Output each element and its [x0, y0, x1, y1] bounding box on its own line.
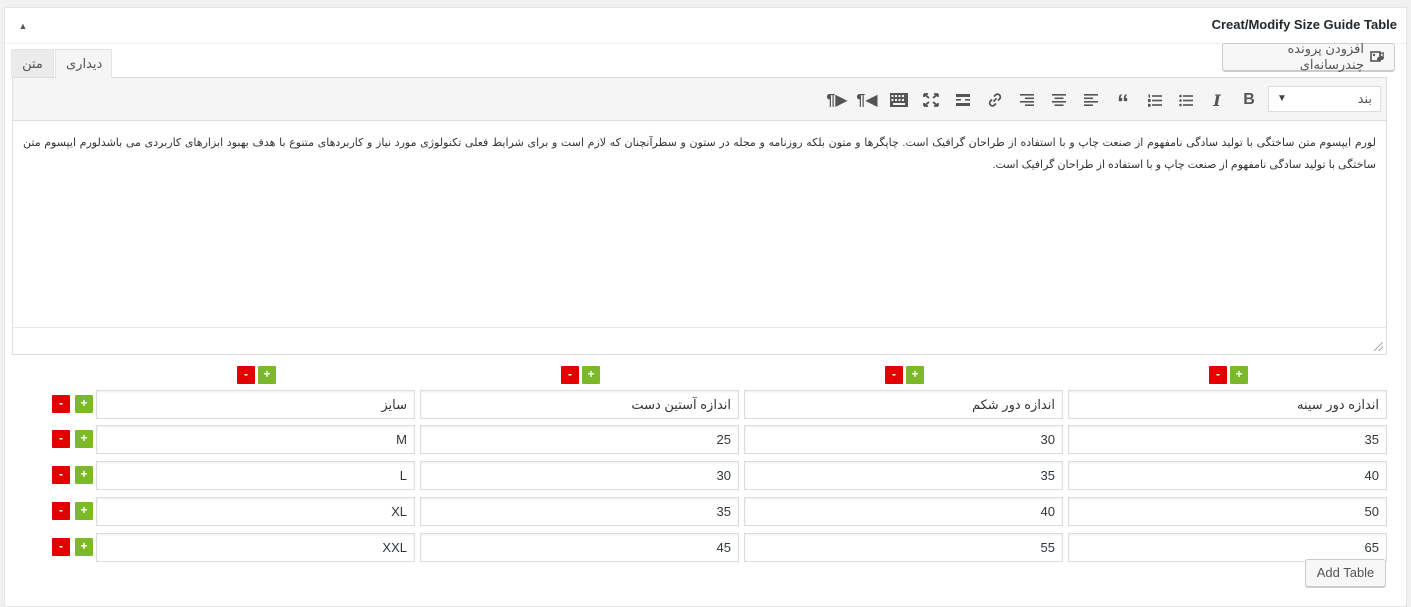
remove-row-button[interactable]: - [52, 502, 70, 520]
add-row-button[interactable]: + [75, 538, 93, 556]
table-cell[interactable]: 25 [420, 425, 739, 454]
add-table-button[interactable]: Add Table [1305, 559, 1386, 587]
wysiwyg-editor: بند ▼ B I “ ¶◀ ¶▶ لورم ایپسوم متن ساختگی… [12, 77, 1387, 355]
bold-icon[interactable]: B [1237, 88, 1261, 112]
table-cell[interactable]: M [96, 425, 415, 454]
box-title: Creat/Modify Size Guide Table [1211, 17, 1397, 32]
table-cell[interactable]: L [96, 461, 415, 490]
table-cell[interactable]: 30 [420, 461, 739, 490]
table-cell[interactable]: XL [96, 497, 415, 526]
chevron-down-icon: ▼ [1277, 93, 1287, 104]
triangle-up-icon[interactable]: ▲ [17, 20, 29, 32]
numbered-list-icon[interactable] [1143, 88, 1167, 112]
remove-column-button[interactable]: - [885, 366, 903, 384]
format-select[interactable]: بند ▼ [1268, 86, 1381, 112]
table-cell[interactable]: 45 [420, 533, 739, 562]
table-cell[interactable]: 55 [744, 533, 1063, 562]
table-cell[interactable]: 35 [420, 497, 739, 526]
tab-text[interactable]: متن [11, 49, 54, 77]
remove-row-button[interactable]: - [52, 466, 70, 484]
table-cell[interactable]: 50 [1068, 497, 1387, 526]
rtl-icon[interactable]: ¶◀ [855, 88, 879, 112]
align-left-icon[interactable] [1079, 88, 1103, 112]
add-media-label: افزودن پرونده چندرسانه‌ای [1287, 41, 1364, 72]
add-row-button[interactable]: + [75, 395, 93, 413]
remove-row-button[interactable]: - [52, 538, 70, 556]
add-row-button[interactable]: + [75, 466, 93, 484]
format-select-value: بند [1357, 91, 1372, 106]
table-cell[interactable]: 40 [1068, 461, 1387, 490]
add-column-button[interactable]: + [258, 366, 276, 384]
ltr-icon[interactable]: ¶▶ [825, 88, 849, 112]
table-cell[interactable]: 35 [744, 461, 1063, 490]
table-cell[interactable]: 30 [744, 425, 1063, 454]
fullscreen-icon[interactable] [919, 88, 943, 112]
add-media-button[interactable]: افزودن پرونده چندرسانه‌ای [1222, 41, 1395, 72]
tab-visual[interactable]: دیداری [55, 49, 112, 78]
link-icon[interactable] [983, 88, 1007, 112]
editor-toolbar: بند ▼ B I “ ¶◀ ¶▶ [13, 78, 1386, 121]
toolbar-toggle-icon[interactable] [887, 88, 911, 112]
blockquote-icon[interactable]: “ [1111, 88, 1135, 116]
header-cell[interactable]: سایز [96, 390, 415, 419]
table-cell[interactable]: XXL [96, 533, 415, 562]
remove-row-button[interactable]: - [52, 395, 70, 413]
italic-icon[interactable]: I [1205, 88, 1229, 112]
table-cell[interactable]: 65 [1068, 533, 1387, 562]
resize-handle-icon[interactable] [1374, 342, 1383, 351]
align-right-icon[interactable] [1015, 88, 1039, 112]
remove-column-button[interactable]: - [561, 366, 579, 384]
header-cell[interactable]: اندازه دور سینه [1068, 390, 1387, 419]
media-icon [1370, 49, 1386, 65]
add-row-button[interactable]: + [75, 430, 93, 448]
table-cell[interactable]: 40 [744, 497, 1063, 526]
editor-content[interactable]: لورم ایپسوم متن ساختگی با تولید سادگی نا… [13, 122, 1386, 327]
read-more-icon[interactable] [951, 88, 975, 112]
add-column-button[interactable]: + [1230, 366, 1248, 384]
add-column-button[interactable]: + [582, 366, 600, 384]
table-cell[interactable]: 35 [1068, 425, 1387, 454]
add-column-button[interactable]: + [906, 366, 924, 384]
add-row-button[interactable]: + [75, 502, 93, 520]
remove-column-button[interactable]: - [1209, 366, 1227, 384]
header-cell[interactable]: اندازه دور شکم [744, 390, 1063, 419]
header-cell[interactable]: اندازه آستین دست [420, 390, 739, 419]
editor-statusbar [13, 327, 1386, 354]
remove-row-button[interactable]: - [52, 430, 70, 448]
bullet-list-icon[interactable] [1174, 88, 1198, 112]
align-center-icon[interactable] [1047, 88, 1071, 112]
postbox-header: ▲ Creat/Modify Size Guide Table [5, 8, 1406, 44]
remove-column-button[interactable]: - [237, 366, 255, 384]
